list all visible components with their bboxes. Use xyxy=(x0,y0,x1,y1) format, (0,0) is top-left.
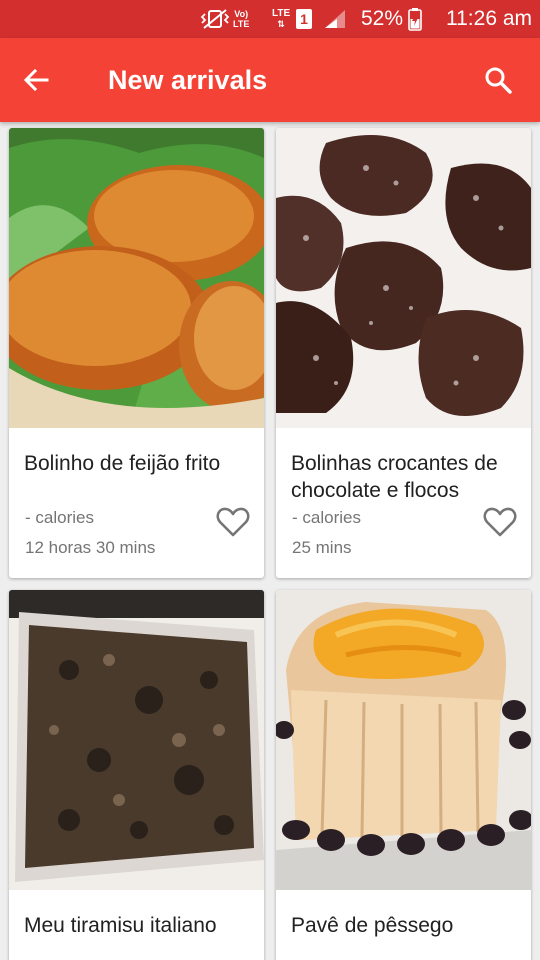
recipe-card-bolinhas-crocantes[interactable]: Bolinhas crocantes de chocolate e flocos… xyxy=(276,128,531,578)
search-icon xyxy=(485,67,512,94)
signal-icon xyxy=(323,0,347,38)
status-bar: Vo) LTE LTE ⇅ 1 52% 11:26 am xyxy=(0,0,540,38)
recipe-card-pave-pessego[interactable]: Pavê de pêssego xyxy=(276,590,531,960)
recipe-name: Bolinho de feijão frito xyxy=(24,452,221,475)
page-title: New arrivals xyxy=(108,65,268,95)
recipe-calories: - calories xyxy=(25,508,94,527)
recipe-card-bolinho-feijao[interactable]: Bolinho de feijão frito - calories 12 ho… xyxy=(9,128,264,578)
recipe-photo-chocolate-cornflake-clusters xyxy=(276,128,531,428)
heart-outline-icon xyxy=(216,507,250,537)
battery-percent: 52% xyxy=(361,7,404,30)
data-arrows-icon: ⇅ xyxy=(277,19,285,29)
favorite-button[interactable] xyxy=(483,506,517,538)
sim-number: 1 xyxy=(296,9,312,29)
recipe-name: Pavê de pêssego xyxy=(291,914,454,937)
recipe-photo-peach-pave xyxy=(276,590,531,890)
heart-outline-icon xyxy=(483,507,517,537)
lte-label: LTE xyxy=(272,8,291,19)
favorite-button[interactable] xyxy=(216,506,250,538)
clock: 11:26 am xyxy=(446,7,532,30)
recipe-duration: 12 horas 30 mins xyxy=(25,538,156,557)
lte-indicator: LTE ⇅ xyxy=(272,0,290,38)
recipe-photo-tiramisu-dish xyxy=(9,590,264,890)
vibrate-icon xyxy=(200,0,230,38)
volte-label-bottom: LTE xyxy=(233,19,250,29)
recipe-card-tiramisu[interactable]: Meu tiramisu italiano xyxy=(9,590,264,960)
recipe-photo-fried-bean-fritters xyxy=(9,128,264,428)
recipe-name: Meu tiramisu italiano xyxy=(24,914,217,937)
back-button[interactable] xyxy=(14,58,58,102)
recipe-duration: 25 mins xyxy=(292,538,352,557)
volte-indicator: Vo) LTE xyxy=(233,0,249,38)
app-bar: New arrivals xyxy=(0,38,540,122)
volte-label-top: Vo) xyxy=(234,9,249,19)
search-button[interactable] xyxy=(476,58,520,102)
battery-charging-icon xyxy=(408,0,422,38)
recipe-calories: - calories xyxy=(292,508,361,527)
arrow-back-icon xyxy=(23,68,49,92)
recipe-name: Bolinhas crocantes de chocolate e flocos xyxy=(291,452,498,502)
sim-icon: 1 xyxy=(296,0,312,38)
